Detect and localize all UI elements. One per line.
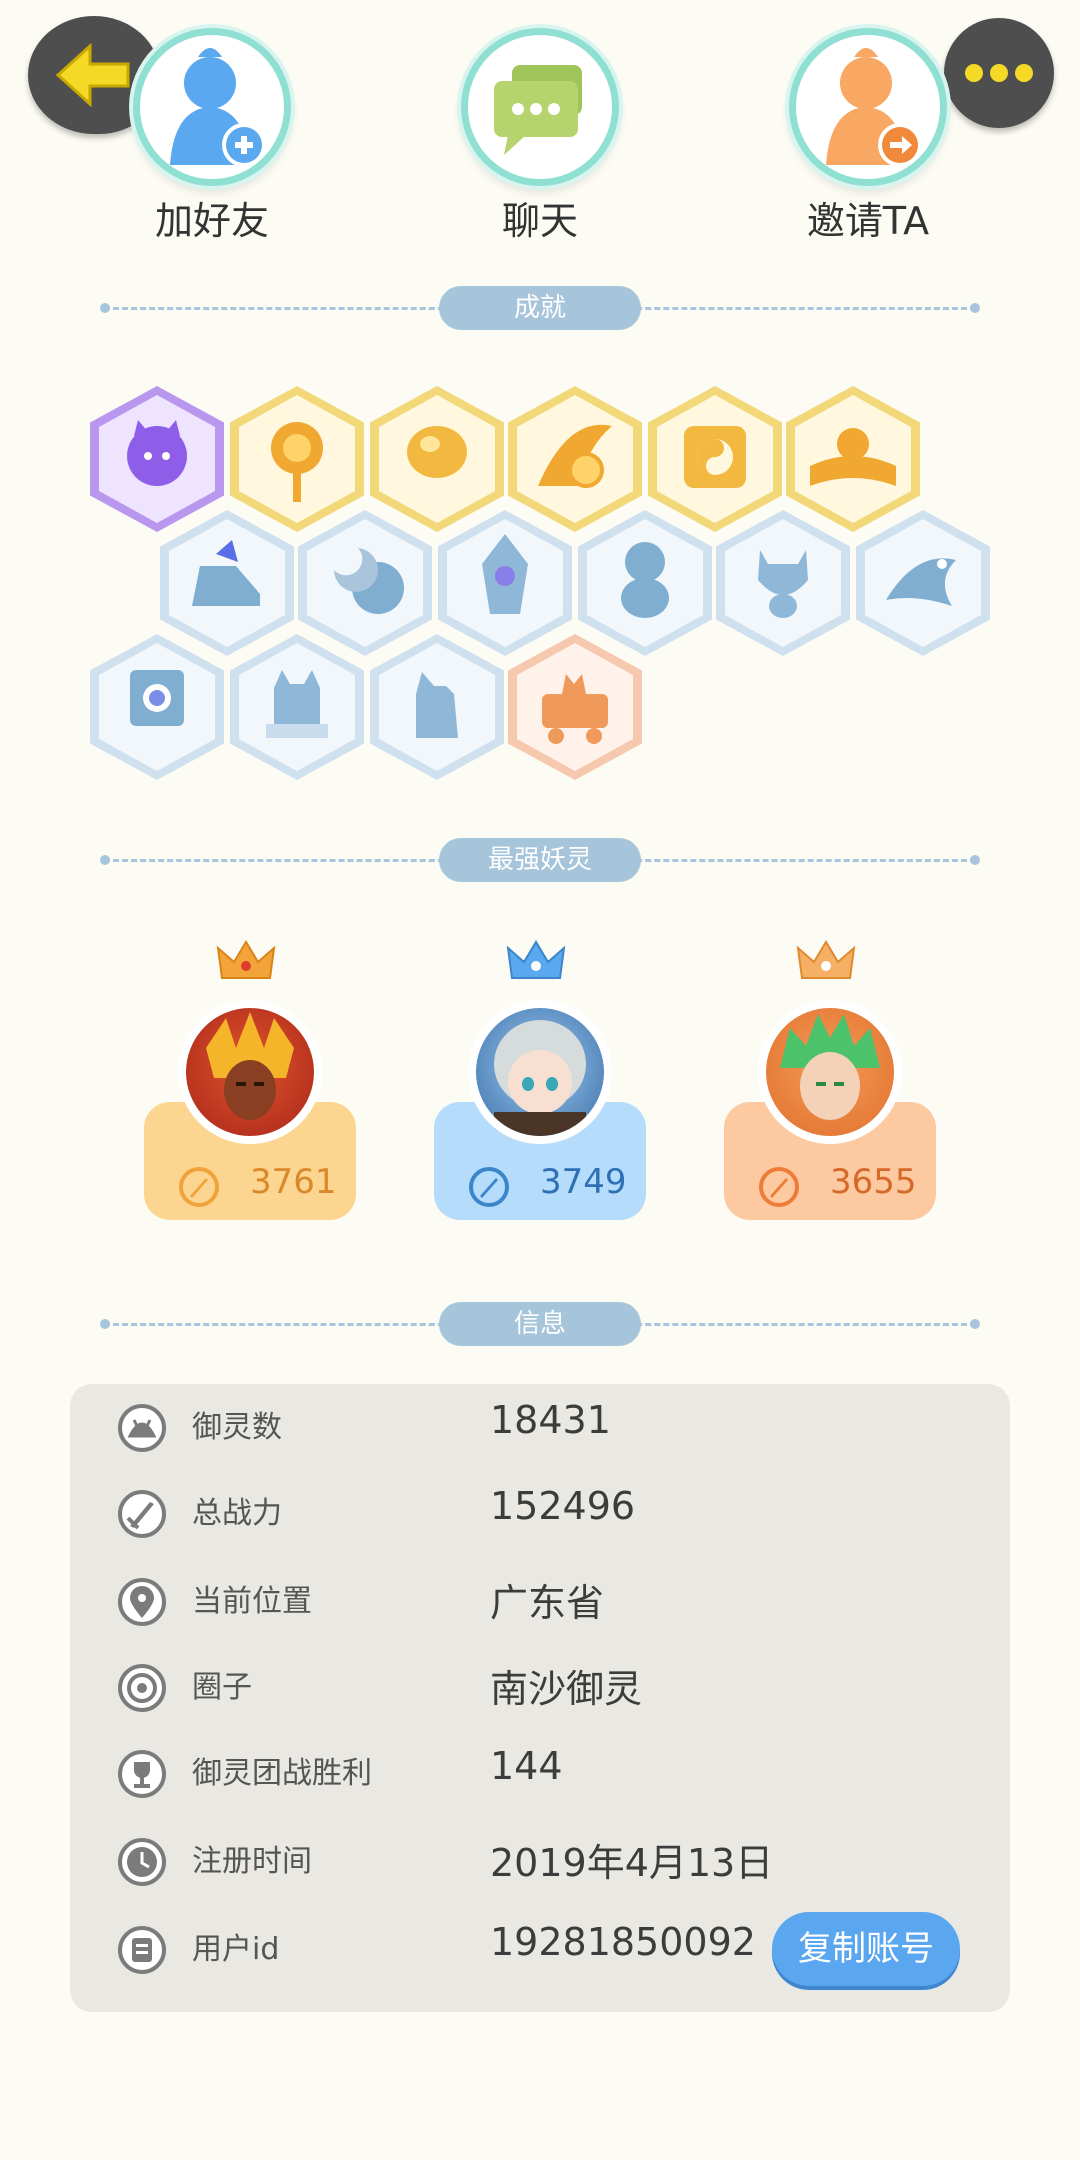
sword-power-icon	[469, 1167, 509, 1207]
clock-icon	[118, 1838, 166, 1886]
info-value-user-id: 19281850092	[490, 1920, 756, 1964]
info-key-user-id: 用户id	[192, 1932, 280, 1967]
crystal-badge-icon[interactable]	[438, 510, 572, 656]
ice-creature-badge-icon[interactable]	[578, 510, 712, 656]
add-friend-icon	[133, 28, 291, 186]
strongest-spirits-title: 最强妖灵	[439, 838, 641, 882]
info-key-spirit-count: 御灵数	[192, 1410, 282, 1445]
info-value-location: 广东省	[490, 1581, 605, 1625]
id-card-icon	[118, 1926, 166, 1974]
info-value-spirit-count: 18431	[490, 1398, 611, 1442]
info-key-circle: 圈子	[192, 1670, 252, 1705]
ellipsis-icon	[965, 64, 1033, 82]
add-friend-label: 加好友	[154, 199, 269, 243]
orb-badge-icon[interactable]	[370, 386, 504, 532]
info-row-total-power: 总战力 152496	[70, 1470, 1010, 1550]
invite-label: 邀请TA	[806, 199, 930, 243]
info-value-total-power: 152496	[490, 1484, 636, 1528]
spirit-avatar-3	[758, 1000, 902, 1144]
circle-target-icon	[118, 1664, 166, 1712]
moon-planet-badge-icon[interactable]	[298, 510, 432, 656]
info-row-location: 当前位置 广东省	[70, 1558, 1010, 1638]
add-friend-action[interactable]: 加好友	[112, 28, 312, 245]
info-key-location: 当前位置	[192, 1584, 312, 1619]
top-spirit-2[interactable]: 3749	[434, 940, 646, 1220]
info-row-circle: 圈子 南沙御灵	[70, 1644, 1010, 1724]
chat-icon	[461, 28, 619, 186]
spirit-power-2: 3749	[540, 1162, 627, 1202]
sword-power-icon	[179, 1167, 219, 1207]
achievements-title: 成就	[439, 286, 641, 330]
info-key-total-power: 总战力	[192, 1496, 282, 1531]
info-row-spirit-count: 御灵数 18431	[70, 1384, 1010, 1464]
spirit-avatar-1	[178, 1000, 322, 1144]
spirit-count-icon	[118, 1404, 166, 1452]
info-row-team-wins: 御灵团战胜利 144	[70, 1730, 1010, 1810]
yin-yang-orb-badge-icon[interactable]	[508, 386, 642, 532]
shield-badge-icon[interactable]	[90, 634, 224, 780]
info-key-team-wins: 御灵团战胜利	[192, 1756, 372, 1791]
cat-spirit-badge-icon[interactable]	[716, 510, 850, 656]
invite-action[interactable]: 邀请TA	[768, 28, 968, 245]
purple-cat-badge-icon[interactable]	[90, 386, 224, 532]
spirit-power-3: 3655	[830, 1162, 917, 1202]
info-value-register-date: 2019年4月13日	[490, 1841, 774, 1885]
gold-crown-icon	[216, 940, 276, 979]
info-panel: 御灵数 18431 总战力 152496 当前位置 广东省 圈子 南沙御灵 御灵…	[70, 1384, 1010, 2012]
sword-power-icon	[759, 1167, 799, 1207]
location-pin-icon	[118, 1578, 166, 1626]
info-value-circle: 南沙御灵	[490, 1667, 643, 1711]
copy-account-button[interactable]: 复制账号	[772, 1912, 960, 1986]
fish-badge-icon[interactable]	[856, 510, 990, 656]
book-badge-icon[interactable]	[786, 386, 920, 532]
top-spirit-3[interactable]: 3655	[724, 940, 936, 1220]
orange-crown-icon	[796, 940, 856, 979]
sneaker-badge-icon[interactable]	[160, 510, 294, 656]
info-title: 信息	[439, 1302, 641, 1346]
info-value-team-wins: 144	[490, 1744, 563, 1788]
sun-badge-icon[interactable]	[230, 386, 364, 532]
achievements-section-header: 成就	[100, 286, 980, 330]
blue-crown-icon	[506, 940, 566, 979]
top-spirit-1[interactable]: 3761	[144, 940, 356, 1220]
info-section-header: 信息	[100, 1302, 980, 1346]
invite-icon	[789, 28, 947, 186]
snow-cat-badge-icon[interactable]	[370, 634, 504, 780]
info-row-register-date: 注册时间 2019年4月13日	[70, 1818, 1010, 1898]
spirit-power-1: 3761	[250, 1162, 337, 1202]
chat-label: 聊天	[501, 199, 578, 243]
chat-action[interactable]: 聊天	[440, 28, 640, 245]
trophy-icon	[118, 1750, 166, 1798]
info-key-register-date: 注册时间	[192, 1844, 312, 1879]
spirit-avatar-2	[468, 1000, 612, 1144]
horned-spirit-badge-icon[interactable]	[230, 634, 364, 780]
yin-yang-box-badge-icon[interactable]	[648, 386, 782, 532]
cart-cat-badge-icon[interactable]	[508, 634, 642, 780]
sword-icon	[118, 1490, 166, 1538]
strongest-spirits-section-header: 最强妖灵	[100, 838, 980, 882]
